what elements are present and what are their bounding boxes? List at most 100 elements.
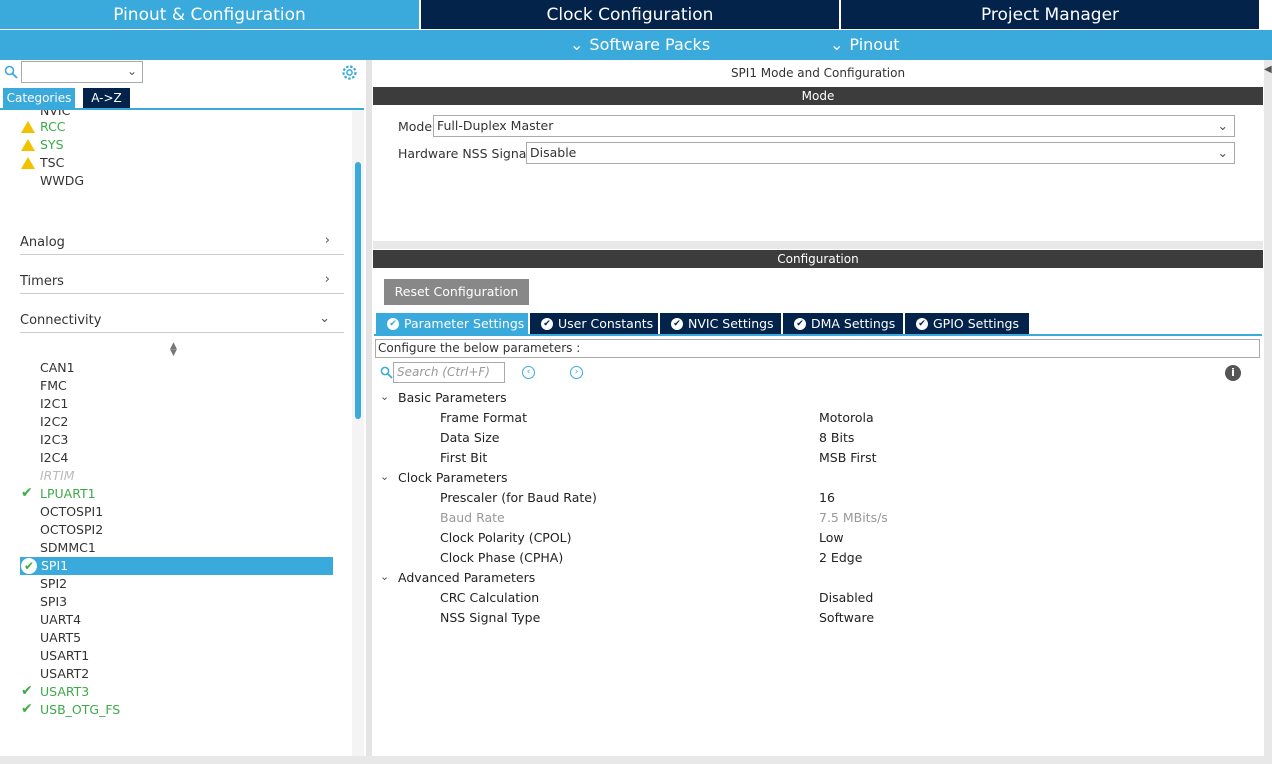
list-item[interactable]: USART1	[40, 647, 89, 665]
sort-icon[interactable]: ▲ ▼	[170, 342, 177, 358]
group-basic-parameters[interactable]: Basic Parameters	[398, 390, 507, 405]
param-value[interactable]: MSB First	[819, 450, 877, 465]
tab-label: GPIO Settings	[933, 316, 1019, 331]
list-item[interactable]: SDMMC1	[40, 539, 96, 557]
param-value: 7.5 MBits/s	[819, 510, 888, 525]
list-item[interactable]: UART5	[40, 629, 81, 647]
tab-a-z[interactable]: A->Z	[83, 88, 130, 108]
section-label: Timers	[20, 274, 64, 289]
chevron-down-icon[interactable]: ⌄	[380, 470, 389, 483]
left-scrollbar[interactable]	[355, 162, 361, 419]
list-item[interactable]: I2C1	[40, 395, 68, 413]
top-navigation: Pinout & Configuration Clock Configurati…	[0, 0, 1272, 30]
mode-value: Full-Duplex Master	[437, 118, 554, 133]
tab-label: DMA Settings	[811, 316, 896, 331]
search-icon	[4, 65, 18, 79]
previous-icon[interactable]: ‹	[522, 366, 535, 379]
software-packs-label: Software Packs	[589, 35, 711, 54]
chevron-right-icon: ›	[324, 272, 330, 287]
list-item[interactable]: SYS	[40, 136, 64, 154]
tab-label: Parameter Settings	[404, 316, 525, 331]
list-item[interactable]: I2C4	[40, 449, 68, 467]
check-circle-icon: ✔	[541, 318, 553, 330]
search-icon	[380, 366, 393, 379]
list-item[interactable]: RCC	[40, 118, 66, 136]
list-item[interactable]: SPI2	[40, 575, 67, 593]
list-item[interactable]: SPI3	[40, 593, 67, 611]
pinout-label: Pinout	[849, 35, 900, 54]
list-item[interactable]: USART2	[40, 665, 89, 683]
param-name: Prescaler (for Baud Rate)	[440, 490, 597, 505]
gear-icon[interactable]	[341, 64, 358, 81]
list-item[interactable]: FMC	[40, 377, 67, 395]
check-circle-icon: ✔	[671, 318, 683, 330]
list-item[interactable]: USART3	[40, 683, 89, 701]
parameter-search-input[interactable]: Search (Ctrl+F)	[393, 362, 505, 383]
param-name: Clock Phase (CPHA)	[440, 550, 564, 565]
check-icon: ✔	[21, 683, 33, 699]
param-value[interactable]: Software	[819, 610, 874, 625]
tab-clock-configuration[interactable]: Clock Configuration	[421, 0, 839, 29]
list-item[interactable]: OCTOSPI1	[40, 503, 103, 521]
list-item[interactable]: USB_OTG_FS	[40, 701, 120, 719]
chevron-down-icon[interactable]: ⌄	[380, 390, 389, 403]
param-value[interactable]: Motorola	[819, 410, 874, 425]
tab-gpio-settings[interactable]: ✔ GPIO Settings	[905, 313, 1029, 335]
tab-nvic-settings[interactable]: ✔ NVIC Settings	[660, 313, 781, 335]
list-item-selected[interactable]: SPI1	[41, 557, 68, 575]
component-search-combo[interactable]: ⌄	[21, 61, 143, 83]
list-item[interactable]: I2C2	[40, 413, 68, 431]
tab-label: User Constants	[558, 316, 654, 331]
param-value[interactable]: Disabled	[819, 590, 873, 605]
list-item[interactable]: UART4	[40, 611, 81, 629]
tab-dma-settings[interactable]: ✔ DMA Settings	[783, 313, 903, 335]
mode-header: Mode	[373, 87, 1263, 105]
warning-icon	[21, 121, 35, 133]
reset-configuration-button[interactable]: Reset Configuration	[384, 279, 529, 305]
collapse-arrow-icon[interactable]: ◀	[1264, 64, 1272, 75]
section-timers[interactable]: Timers ›	[20, 262, 344, 294]
param-name: Clock Polarity (CPOL)	[440, 530, 572, 545]
tab-categories[interactable]: Categories	[3, 88, 75, 108]
info-icon[interactable]: i	[1225, 365, 1241, 381]
pinout-menu[interactable]: ⌄ Pinout	[830, 30, 900, 60]
software-packs-menu[interactable]: ⌄ Software Packs	[570, 30, 710, 60]
nss-select[interactable]: Disable ⌄	[526, 142, 1235, 164]
mode-select[interactable]: Full-Duplex Master ⌄	[433, 115, 1235, 137]
param-value[interactable]: Low	[819, 530, 844, 545]
list-item[interactable]: IRTIM	[40, 467, 74, 485]
list-item[interactable]: CAN1	[40, 359, 75, 377]
param-name: CRC Calculation	[440, 590, 540, 605]
param-name: First Bit	[440, 450, 488, 465]
tab-pinout-configuration[interactable]: Pinout & Configuration	[0, 0, 419, 29]
param-value[interactable]: 16	[819, 490, 835, 505]
tab-project-manager[interactable]: Project Manager	[841, 0, 1259, 29]
next-icon[interactable]: ›	[570, 366, 583, 379]
tab-user-constants[interactable]: ✔ User Constants	[530, 313, 658, 335]
check-circle-icon: ✔	[916, 318, 928, 330]
chevron-down-icon: ⌄	[1217, 145, 1228, 160]
group-advanced-parameters[interactable]: Advanced Parameters	[398, 570, 535, 585]
chevron-down-icon: ⌄	[830, 35, 844, 54]
chevron-down-icon: ⌄	[1217, 118, 1228, 133]
param-value[interactable]: 8 Bits	[819, 430, 854, 445]
list-item[interactable]: TSC	[40, 154, 64, 172]
section-connectivity[interactable]: Connectivity ⌄	[20, 301, 344, 333]
param-name: Baud Rate	[440, 510, 505, 525]
list-item[interactable]: I2C3	[40, 431, 68, 449]
warning-icon	[21, 157, 35, 169]
section-label: Connectivity	[20, 313, 102, 328]
chevron-down-icon[interactable]: ⌄	[380, 570, 389, 583]
group-clock-parameters[interactable]: Clock Parameters	[398, 470, 507, 485]
bottom-status-strip	[0, 756, 1272, 764]
section-analog[interactable]: Analog ›	[20, 223, 344, 255]
param-value[interactable]: 2 Edge	[819, 550, 862, 565]
check-circle-icon: ✔	[387, 318, 399, 330]
list-item[interactable]: WWDG	[40, 172, 84, 190]
section-label: Analog	[20, 235, 65, 250]
list-item[interactable]: OCTOSPI2	[40, 521, 103, 539]
tab-parameter-settings[interactable]: ✔ Parameter Settings	[376, 313, 528, 335]
list-item[interactable]: LPUART1	[40, 485, 96, 503]
param-name: Data Size	[440, 430, 500, 445]
check-circle-icon: ✔	[21, 558, 37, 574]
